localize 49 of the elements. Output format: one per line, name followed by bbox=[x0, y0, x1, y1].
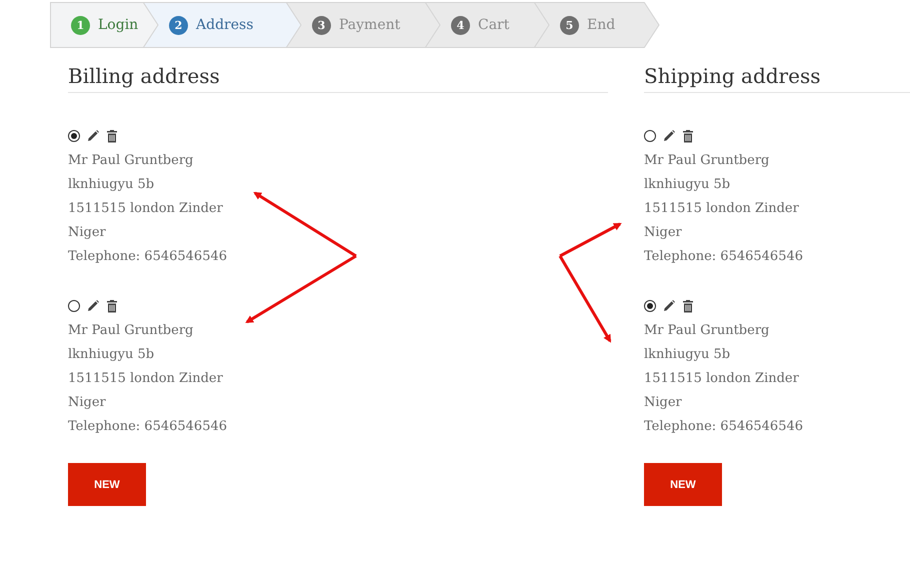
address-line: 1511515 london Zinder bbox=[644, 370, 800, 388]
radio-button[interactable] bbox=[644, 300, 656, 312]
address-line: Telephone: 6546546546 bbox=[644, 418, 804, 436]
step-label: Payment bbox=[339, 17, 400, 33]
step-number: 4 bbox=[451, 16, 470, 34]
address-line: 1511515 london Zinder bbox=[644, 200, 800, 218]
new-button[interactable]: NEW bbox=[68, 463, 146, 506]
address-line: lknhiugyu 5b bbox=[644, 346, 732, 364]
address-line: Mr Paul Gruntberg bbox=[68, 152, 194, 170]
radio-button[interactable] bbox=[68, 130, 80, 142]
address-line: Telephone: 6546546546 bbox=[644, 248, 804, 266]
address-line: Niger bbox=[68, 394, 107, 412]
step-tab[interactable]: 4 Cart bbox=[441, 2, 534, 48]
trash-icon[interactable] bbox=[682, 299, 694, 313]
edit-icon[interactable] bbox=[662, 129, 676, 143]
step-number: 1 bbox=[71, 16, 90, 34]
step-label: Cart bbox=[478, 17, 510, 33]
address-line: lknhiugyu 5b bbox=[644, 176, 732, 194]
section-title: Shipping address bbox=[644, 64, 910, 93]
address-line: 1511515 london Zinder bbox=[68, 370, 224, 388]
radio-button[interactable] bbox=[644, 130, 656, 142]
address-line: Niger bbox=[644, 394, 683, 412]
address-line: Telephone: 6546546546 bbox=[68, 248, 228, 266]
address-line: lknhiugyu 5b bbox=[68, 346, 156, 364]
step-label: Address bbox=[196, 17, 254, 33]
trash-icon[interactable] bbox=[106, 129, 118, 143]
new-button[interactable]: NEW bbox=[644, 463, 722, 506]
address-line: 1511515 london Zinder bbox=[68, 200, 224, 218]
step-number: 5 bbox=[560, 16, 579, 34]
address-line: Mr Paul Gruntberg bbox=[644, 152, 770, 170]
edit-icon[interactable] bbox=[86, 129, 100, 143]
trash-icon[interactable] bbox=[106, 299, 118, 313]
step-chevron bbox=[644, 2, 660, 48]
address-line: Mr Paul Gruntberg bbox=[68, 322, 194, 340]
address-line: Mr Paul Gruntberg bbox=[644, 322, 770, 340]
address-line: lknhiugyu 5b bbox=[68, 176, 156, 194]
radio-button[interactable] bbox=[68, 300, 80, 312]
trash-icon[interactable] bbox=[682, 129, 694, 143]
address-line: Niger bbox=[68, 224, 107, 242]
edit-icon[interactable] bbox=[662, 299, 676, 313]
step-number: 2 bbox=[169, 16, 188, 34]
step-label: End bbox=[587, 17, 616, 33]
edit-icon[interactable] bbox=[86, 299, 100, 313]
address-line: Niger bbox=[644, 224, 683, 242]
section-title: Billing address bbox=[68, 64, 608, 93]
step-label: Login bbox=[98, 17, 138, 33]
step-number: 3 bbox=[312, 16, 331, 34]
step-tab[interactable]: 3 Payment bbox=[302, 2, 425, 48]
address-line: Telephone: 6546546546 bbox=[68, 418, 228, 436]
